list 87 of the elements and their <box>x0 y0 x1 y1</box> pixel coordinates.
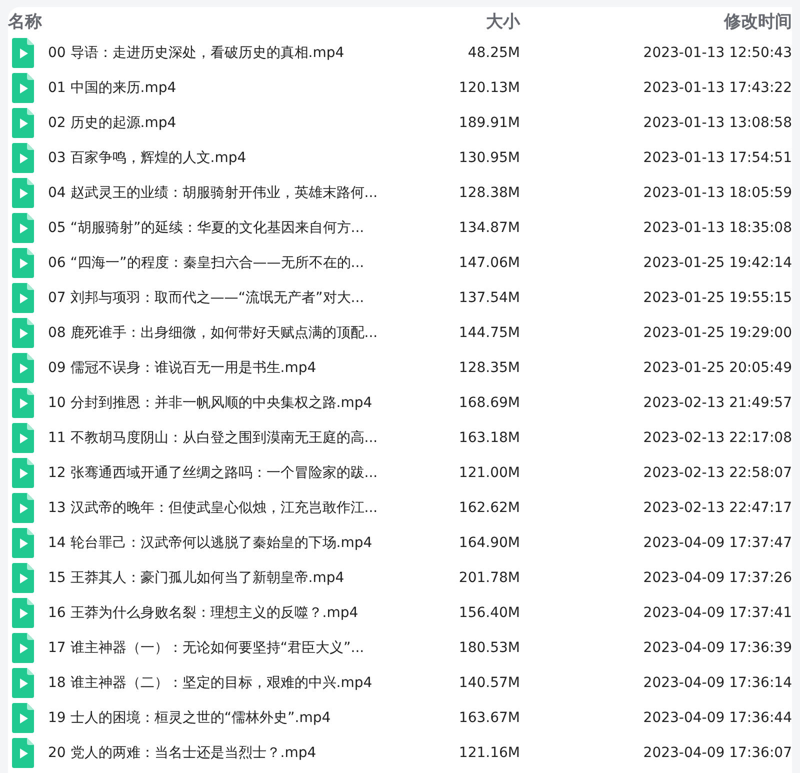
modified-time: 2023-04-09 17:36:44 <box>642 710 792 726</box>
modified-time: 2023-04-09 17:37:41 <box>642 604 792 620</box>
modified-time: 2023-04-09 17:36:07 <box>642 744 792 760</box>
file-name[interactable]: 09 儒冠不误身：谁说百无一用是书生.mp4 <box>48 358 396 376</box>
video-file-icon <box>12 562 34 592</box>
file-name[interactable]: 08 鹿死谁手：出身细微，如何带好天赋点满的顶配... <box>48 324 396 342</box>
file-size: 121.00M <box>458 464 520 480</box>
file-size: 163.18M <box>458 430 520 446</box>
file-size: 140.57M <box>458 674 520 690</box>
file-size: 144.75M <box>458 324 520 340</box>
video-file-icon <box>12 178 34 208</box>
video-file-icon <box>12 352 34 382</box>
column-header[interactable]: 名称 <box>8 10 396 32</box>
file-name[interactable]: 14 轮台罪己：汉武帝何以逃脱了秦始皇的下场.mp4 <box>48 534 396 552</box>
column-header[interactable]: 修改时间 <box>534 10 792 32</box>
modified-time: 2023-01-13 12:50:43 <box>642 44 792 60</box>
modified-time: 2023-01-25 20:05:49 <box>642 360 792 376</box>
file-size: 134.87M <box>458 220 520 236</box>
file-name[interactable]: 03 百家争鸣，辉煌的人文.mp4 <box>48 148 396 166</box>
file-name[interactable]: 13 汉武帝的晚年：但使武皇心似烛，江充岂敢作江... <box>48 498 396 516</box>
file-name[interactable]: 00 导语：走进历史深处，看破历史的真相.mp4 <box>48 44 396 62</box>
file-size: 128.35M <box>458 360 520 376</box>
file-size: 164.90M <box>458 534 520 550</box>
file-name[interactable]: 19 士人的困境：桓灵之世的“儒林外史”.mp4 <box>48 708 396 726</box>
modified-time: 2023-01-13 13:08:58 <box>642 114 792 130</box>
modified-time: 2023-02-13 22:58:07 <box>642 464 792 480</box>
file-name[interactable]: 20 党人的两难：当名士还是当烈士？.mp4 <box>48 744 396 762</box>
modified-time: 2023-01-25 19:55:15 <box>642 290 792 306</box>
file-size: 147.06M <box>458 254 520 270</box>
video-file-icon <box>12 248 34 278</box>
video-file-icon <box>12 668 34 698</box>
video-file-icon <box>12 282 34 312</box>
file-name[interactable]: 18 谁主神器（二）：坚定的目标，艰难的中兴.mp4 <box>48 674 396 692</box>
file-size: 189.91M <box>458 114 520 130</box>
file-size: 128.38M <box>458 184 520 200</box>
file-size: 180.53M <box>458 640 520 656</box>
video-file-icon <box>12 72 34 102</box>
video-file-icon <box>12 702 34 732</box>
modified-time: 2023-01-25 19:42:14 <box>642 254 792 270</box>
modified-time: 2023-01-13 18:35:08 <box>642 220 792 236</box>
video-file-icon <box>12 458 34 488</box>
file-size: 121.16M <box>458 744 520 760</box>
file-name[interactable]: 10 分封到推恩：并非一帆风顺的中央集权之路.mp4 <box>48 394 396 412</box>
file-size: 130.95M <box>458 150 520 166</box>
file-size: 137.54M <box>458 290 520 306</box>
file-name[interactable]: 01 中国的来历.mp4 <box>48 78 396 96</box>
video-file-icon <box>12 38 34 68</box>
video-file-icon <box>12 422 34 452</box>
video-file-icon <box>12 388 34 418</box>
file-size: 163.67M <box>458 710 520 726</box>
modified-time: 2023-01-13 17:43:22 <box>642 80 792 96</box>
file-name[interactable]: 06 “四海一”的程度：秦皇扫六合——无所不在的... <box>48 254 396 272</box>
modified-time: 2023-04-09 17:37:47 <box>642 534 792 550</box>
file-size: 162.62M <box>458 500 520 516</box>
file-size: 156.40M <box>458 604 520 620</box>
modified-time: 2023-02-13 22:47:17 <box>642 500 792 516</box>
file-name[interactable]: 11 不教胡马度阴山：从白登之围到漠南无王庭的高... <box>48 428 396 446</box>
video-file-icon <box>12 598 34 628</box>
video-file-icon <box>12 632 34 662</box>
modified-time: 2023-04-09 17:36:39 <box>642 640 792 656</box>
modified-time: 2023-01-13 18:05:59 <box>642 184 792 200</box>
modified-time: 2023-01-25 19:29:00 <box>642 324 792 340</box>
file-name[interactable]: 02 历史的起源.mp4 <box>48 114 396 132</box>
file-size: 48.25M <box>466 44 520 60</box>
modified-time: 2023-01-13 17:54:51 <box>642 150 792 166</box>
modified-time: 2023-02-13 21:49:57 <box>642 394 792 410</box>
column-header[interactable]: 大小 <box>410 10 520 32</box>
modified-time: 2023-02-13 22:17:08 <box>642 430 792 446</box>
video-file-icon <box>12 738 34 768</box>
video-file-icon <box>12 492 34 522</box>
file-size: 168.69M <box>458 394 520 410</box>
file-name[interactable]: 17 谁主神器（一）：无论如何要坚持“君臣大义”... <box>48 638 396 656</box>
video-file-icon <box>12 142 34 172</box>
file-name[interactable]: 05 “胡服骑射”的延续：华夏的文化基因来自何方... <box>48 218 396 236</box>
file-name[interactable]: 04 赵武灵王的业绩：胡服骑射开伟业，英雄末路何... <box>48 184 396 202</box>
modified-time: 2023-04-09 17:37:26 <box>642 570 792 586</box>
file-size: 201.78M <box>458 570 520 586</box>
video-file-icon <box>12 528 34 558</box>
video-file-icon <box>12 212 34 242</box>
modified-time: 2023-04-09 17:36:14 <box>642 674 792 690</box>
file-name[interactable]: 15 王莽其人：豪门孤儿如何当了新朝皇帝.mp4 <box>48 568 396 586</box>
file-name[interactable]: 12 张骞通西域开通了丝绸之路吗：一个冒险家的跋... <box>48 464 396 482</box>
file-name[interactable]: 07 刘邦与项羽：取而代之——“流氓无产者”对大... <box>48 288 396 306</box>
video-file-icon <box>12 108 34 138</box>
file-size: 120.13M <box>458 80 520 96</box>
video-file-icon <box>12 318 34 348</box>
file-name[interactable]: 16 王莽为什么身败名裂：理想主义的反噬？.mp4 <box>48 604 396 622</box>
